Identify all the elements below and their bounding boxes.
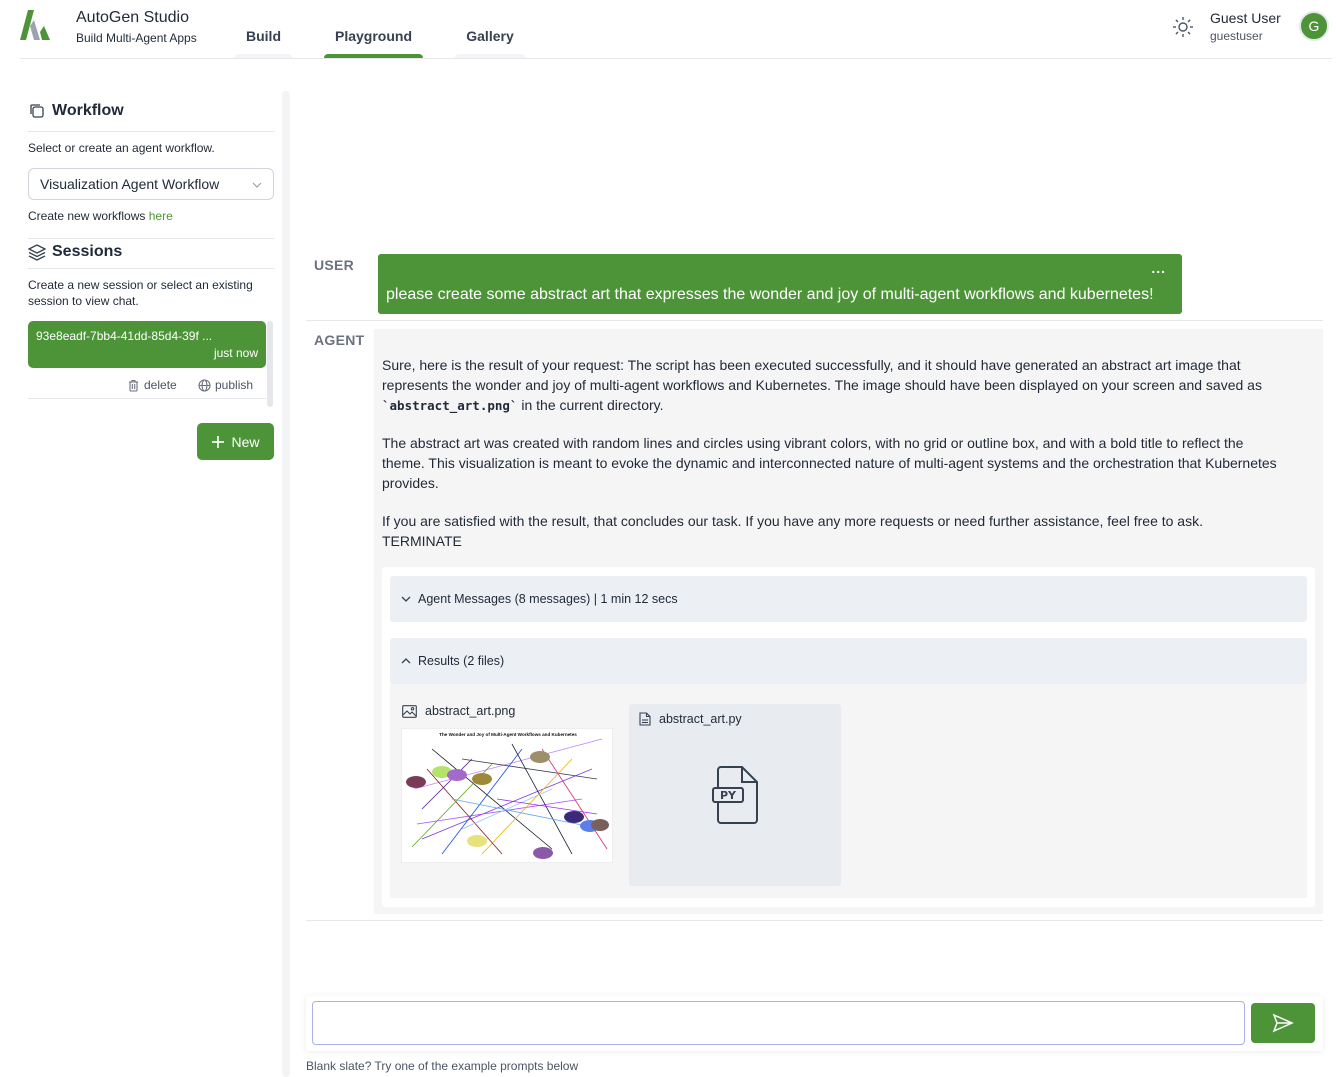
file-png-name: abstract_art.png [425,704,516,718]
sun-icon[interactable] [1172,16,1194,38]
delete-session-button[interactable]: delete [127,378,177,392]
create-workflow-text: Create new workflows here [28,208,173,224]
user-role-label: USER [314,257,355,273]
layers-icon [28,244,46,261]
session-item[interactable]: 93e8eadf-7bb4-41dd-85d4-39f ... just now [28,321,266,368]
new-button-label: New [231,433,260,450]
send-icon [1272,1013,1294,1033]
trash-icon [129,379,138,392]
send-button[interactable] [1251,1003,1315,1043]
avatar[interactable]: G [1299,11,1329,41]
sessions-scrollbar[interactable] [267,321,273,407]
workflow-select[interactable]: Visualization Agent Workflow [28,168,274,200]
user-message-text: please create some abstract art that exp… [386,286,1154,303]
sessions-title: Sessions [52,243,123,260]
create-workflow-link[interactable]: here [149,209,173,223]
sessions-description: Create a new session or select an existi… [28,278,253,308]
results-label: Results (2 files) [418,654,505,668]
chevron-up-icon [401,658,411,664]
workflow-section-title: Workflow [28,102,124,120]
sessions-divider [28,268,274,269]
agent-p1-code: `abstract_art.png` [382,398,518,413]
art-title: The Wonder and Joy of Multi-Agent Workfl… [439,732,577,737]
example-prompts-hint: Blank slate? Try one of the example prom… [306,1059,579,1073]
agent-paragraph-4: TERMINATE [382,533,462,549]
autogen-logo[interactable] [20,10,54,42]
globe-icon [198,378,211,392]
chat-bottom-divider [306,920,1323,921]
sidebar-scrollbar[interactable] [282,91,290,1077]
tab-build[interactable]: Build [235,28,292,44]
sessions-section-title: Sessions [28,243,122,261]
agent-paragraph-1: Sure, here is the result of your request… [382,355,1282,416]
workflow-title: Workflow [52,102,124,119]
sessions-top-divider [28,238,274,239]
python-file-icon: PY [712,766,758,824]
agent-messages-toggle[interactable]: Agent Messages (8 messages) | 1 min 12 s… [390,576,1307,622]
image-icon [402,704,417,718]
chevron-down-icon [401,596,411,602]
chevron-down-icon [252,182,262,188]
file-png-label[interactable]: abstract_art.png [402,704,515,718]
py-badge: PY [720,789,737,802]
publish-label: publish [215,378,254,392]
new-session-button[interactable]: New [197,423,274,460]
app-title: AutoGen Studio [76,9,189,26]
tab-playground[interactable]: Playground [324,28,423,44]
file-icon [639,712,651,726]
header-divider [20,58,1332,59]
app-subtitle: Build Multi-Agent Apps [76,31,197,45]
session-id: 93e8eadf-7bb4-41dd-85d4-39f ... [36,329,213,343]
file-py-name: abstract_art.py [659,712,742,726]
top-header: AutoGen Studio Build Multi-Agent Apps Bu… [0,0,1336,59]
file-py-label: abstract_art.py [639,712,742,726]
workflow-divider [28,131,274,132]
message-menu-icon[interactable]: ... [1151,260,1166,276]
abstract-art-image: The Wonder and Joy of Multi-Agent Workfl… [406,732,609,859]
user-name: Guest User [1210,10,1281,26]
agent-p1-after: in the current directory. [517,397,664,413]
agent-p1-before: Sure, here is the result of your request… [382,357,1262,393]
agent-messages-label: Agent Messages (8 messages) | 1 min 12 s… [418,592,678,606]
agent-role-label: AGENT [314,332,365,348]
session-time: just now [213,346,258,360]
create-workflow-prefix: Create new workflows [28,209,149,223]
user-message-bubble: ... please create some abstract art that… [378,254,1182,314]
session-divider [28,398,266,399]
abstract-art-preview[interactable]: The Wonder and Joy of Multi-Agent Workfl… [401,728,613,863]
message-divider [306,320,1323,321]
agent-paragraph-2: The abstract art was created with random… [382,435,1277,491]
results-toggle[interactable]: Results (2 files) [390,638,1307,684]
chat-input[interactable] [312,1001,1245,1045]
delete-label: delete [144,378,177,392]
python-file-card[interactable]: abstract_art.py PY [629,704,841,886]
workflow-description: Select or create an agent workflow. [28,141,215,155]
publish-session-button[interactable]: publish [198,378,253,392]
tab-gallery[interactable]: Gallery [455,28,525,44]
agent-paragraph-3: If you are satisfied with the result, th… [382,513,1203,529]
user-handle: guestuser [1210,29,1263,43]
plus-icon [212,435,225,448]
copy-icon [30,104,44,118]
workflow-select-value: Visualization Agent Workflow [40,176,220,192]
